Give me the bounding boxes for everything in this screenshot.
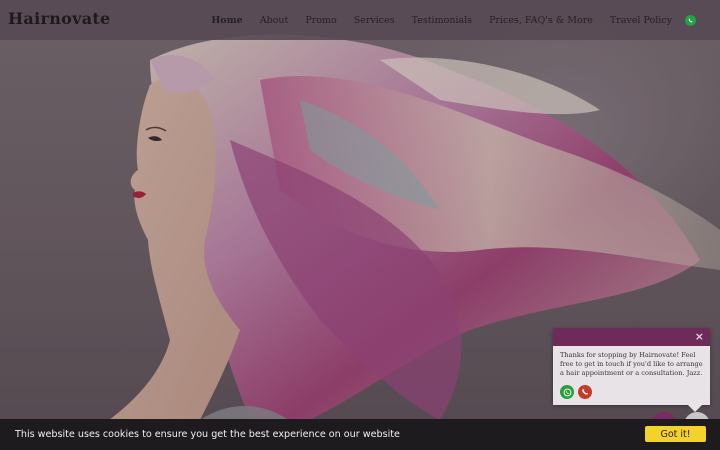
whatsapp-glyph [688, 18, 693, 22]
cookie-banner: This website uses cookies to ensure you … [0, 419, 720, 450]
phone-glyph [582, 389, 588, 395]
nav-home[interactable]: Home [211, 15, 242, 26]
top-navbar: Hairnovate Home About Promo Services Tes… [0, 0, 720, 40]
cookie-accept-button[interactable]: Got it! [645, 426, 706, 442]
nav-about[interactable]: About [260, 15, 289, 26]
chat-contact-icons [560, 385, 592, 399]
chat-message: Thanks for stopping by Hairnovate! Feel … [560, 351, 703, 377]
nav-testimonials[interactable]: Testimonials [412, 15, 472, 26]
nav-promo[interactable]: Promo [305, 15, 336, 26]
brand-logo[interactable]: Hairnovate [8, 9, 111, 28]
whatsapp-icon[interactable] [685, 14, 696, 26]
chat-header: × [553, 328, 710, 346]
whatsapp-glyph [563, 388, 571, 396]
chat-popup: × Thanks for stopping by Hairnovate! Fee… [553, 328, 710, 405]
nav-travel-policy[interactable]: Travel Policy [610, 15, 672, 26]
chat-pointer [688, 405, 702, 412]
close-icon[interactable]: × [695, 330, 704, 343]
nav-services[interactable]: Services [354, 15, 395, 26]
phone-icon[interactable] [578, 385, 592, 399]
cookie-message: This website uses cookies to ensure you … [15, 429, 400, 440]
whatsapp-icon[interactable] [560, 385, 574, 399]
main-nav: Home About Promo Services Testimonials P… [211, 0, 696, 40]
nav-prices-faqs[interactable]: Prices, FAQ's & More [489, 15, 593, 26]
